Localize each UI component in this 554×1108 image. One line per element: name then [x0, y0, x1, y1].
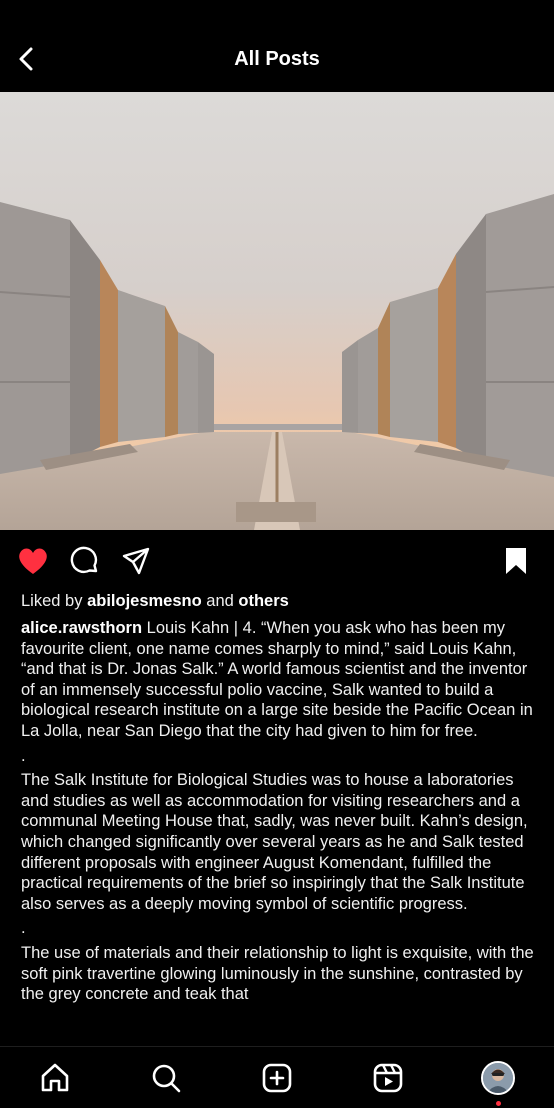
- search-icon: [152, 1064, 181, 1093]
- likes-conj: and: [206, 592, 234, 610]
- save-button[interactable]: [499, 544, 533, 578]
- bookmark-icon: [506, 548, 526, 574]
- home-icon: [41, 1063, 69, 1092]
- caption-paragraph: alice.rawsthorn Louis Kahn | 4. “When yo…: [21, 618, 537, 742]
- caption-separator: .: [21, 919, 26, 938]
- page-title: All Posts: [234, 48, 320, 70]
- nav-profile[interactable]: [480, 1061, 516, 1095]
- post-actions: [0, 530, 554, 592]
- plus-square-icon: [262, 1063, 292, 1093]
- nav-search[interactable]: [148, 1061, 184, 1095]
- caption-paragraph: The use of materials and their relations…: [21, 943, 534, 1004]
- nav-reels[interactable]: [370, 1061, 406, 1095]
- status-bar: [0, 0, 554, 30]
- post-caption: alice.rawsthorn Louis Kahn | 4. “When yo…: [21, 618, 537, 1046]
- reels-icon: [373, 1063, 403, 1093]
- caption-text: Louis Kahn | 4. “When you ask who has be…: [21, 619, 533, 740]
- caption-paragraph: The Salk Institute for Biological Studie…: [21, 771, 528, 913]
- avatar: [481, 1061, 515, 1095]
- share-button[interactable]: [119, 544, 153, 578]
- like-button[interactable]: [16, 544, 50, 578]
- top-bar: All Posts: [0, 30, 554, 92]
- caption-separator: .: [21, 746, 26, 765]
- likes-prefix: Liked by: [21, 592, 83, 610]
- bottom-nav: [0, 1046, 554, 1108]
- author-username[interactable]: alice.rawsthorn: [21, 619, 142, 637]
- post-image[interactable]: [0, 92, 554, 530]
- heart-icon: [19, 548, 47, 574]
- likes-summary: Liked by abilojesmesno and others: [21, 592, 289, 611]
- nav-create[interactable]: [259, 1061, 295, 1095]
- liker-username[interactable]: abilojesmesno: [87, 592, 202, 610]
- likes-others-link[interactable]: others: [238, 592, 288, 610]
- paper-plane-icon: [122, 547, 150, 575]
- comment-button[interactable]: [68, 544, 102, 578]
- comment-bubble-icon: [70, 546, 98, 574]
- notification-dot: [496, 1101, 501, 1106]
- nav-home[interactable]: [37, 1061, 73, 1095]
